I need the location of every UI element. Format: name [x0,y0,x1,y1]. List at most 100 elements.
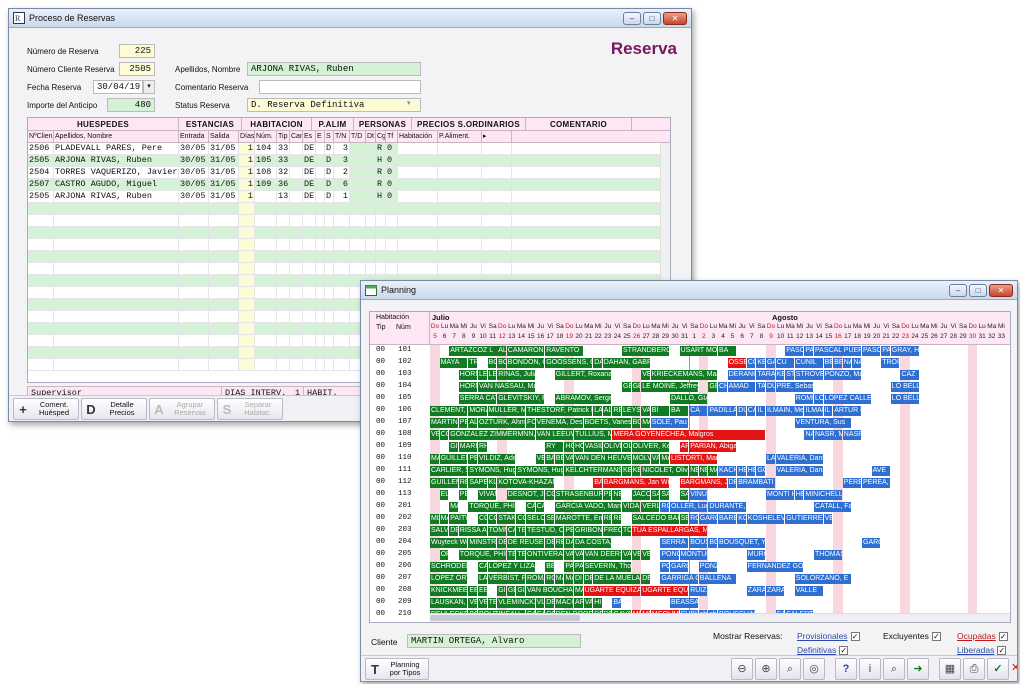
room-row[interactable]: 00208KNICKMEER, SvenjaEEEEGIGEGIVAN BOUC… [370,585,1010,597]
reservation-bar[interactable]: ILMAIN, Mehdi [766,406,804,416]
reservation-bar[interactable]: HC [564,442,573,452]
reservation-bar[interactable]: VILDIZ, Adem [478,454,516,464]
maximize-icon[interactable]: □ [643,11,661,25]
check-icon[interactable]: ✓ [997,646,1007,656]
reservation-bar[interactable]: VAN DEN HEUVEL, Pe [574,454,631,464]
minimize-icon[interactable]: – [949,283,967,297]
reservation-bar[interactable]: LE [487,370,497,380]
reservation-bar[interactable]: IL [756,406,765,416]
room-row[interactable]: 00 206 SCHRODER, Jana CALOPEZ Y LIZARAZU, D… [370,561,1010,573]
reservation-bar[interactable]: BEASSA [670,598,698,608]
reservation-bar[interactable]: MAROTTE, Emilie [554,514,602,524]
room-row[interactable]: 00104HORNVAN NASSAU, MarkGEGELE MOINE, J… [370,381,1010,393]
filter-definitive[interactable]: Definitivas ✓ [797,645,849,656]
reservation-bar[interactable]: VAN DEERSEL [583,550,621,560]
room-row[interactable]: 00 112 GUILLEM NRESAPERKLKOTOVA-KHAZANI, J… [370,477,1010,489]
reservation-bar[interactable]: BI [650,406,669,416]
reservation-bar[interactable]: DA [564,538,573,548]
reservation-bar[interactable]: KACH [718,466,737,476]
reservation-bar[interactable]: OSSE [727,358,746,368]
reservation-bar[interactable]: MULLER, Maik [487,406,525,416]
reservation-number-field[interactable]: 225 [119,44,155,58]
reservation-bar[interactable]: THOMAS C [814,550,842,560]
reservation-bar[interactable]: RE [612,406,621,416]
reservation-bar[interactable]: MAYA [439,358,468,368]
reservation-bar[interactable]: GARCIA VADO, Maria Teresa [554,502,621,512]
reservation-bar[interactable]: NASR, [842,430,861,440]
reservation-bar[interactable]: RISSA ALESS [458,526,487,536]
reservation-bar[interactable]: DA COSTA, Rome [574,538,612,548]
reservation-bar[interactable]: GOOSSENS, Chris Fra [545,358,593,368]
reservation-bar[interactable]: VAN LEEUWE [535,430,573,440]
reservation-bar[interactable]: TR [468,358,477,368]
reservation-bar[interactable]: PE [564,526,573,536]
reservation-bar[interactable]: TE [516,550,525,560]
reservation-bar[interactable]: ROME [794,394,813,404]
reservation-bar[interactable]: VE [468,598,477,608]
reservation-bar[interactable]: RE [602,514,612,524]
reservation-bar[interactable]: LA [593,406,602,416]
reservation-bar[interactable]: MA [641,418,650,428]
print-icon[interactable]: ⎙ [963,658,985,680]
reservation-bar[interactable]: MURO [746,550,765,560]
find-icon[interactable]: ⌕ [883,658,905,680]
reservation-bar[interactable]: OLLER, Lucia [670,502,708,512]
reservation-bar[interactable]: RE [612,514,621,524]
reservation-bar[interactable]: BE [823,358,833,368]
reservation-bar[interactable]: STROVEG [794,370,823,380]
reservation-bar[interactable]: TARA [756,382,765,392]
reservation-bar[interactable]: HORN [458,370,477,380]
reservation-bar[interactable]: CC [478,514,487,524]
reservation-bar[interactable]: RUIZ, [689,586,708,596]
reservation-bar[interactable]: SOLE, Pau [650,418,689,428]
info-icon[interactable]: i [859,658,881,680]
reservation-bar[interactable]: ZARA [746,586,765,596]
reservation-bar[interactable]: GONZALEZ ZIMMERMNN, Ma [449,430,535,440]
room-row[interactable]: 00101ARTAZCOZ LALCAMARONRAVENTOSTRANDBER… [370,345,1010,357]
filter-released[interactable]: Liberadas ✓ [957,645,1007,656]
reservation-bar[interactable]: VASILE, G [583,442,602,452]
reservation-bar[interactable]: TORQUE, PHILIPPE GEORGES [468,502,516,512]
reservation-bar[interactable]: KE [622,466,631,476]
reservation-bar[interactable]: AL [602,406,612,416]
reservation-bar[interactable]: MONTUORI [679,550,708,560]
reservation-bar[interactable]: SOLORZANO, E [794,574,852,584]
reservation-bar[interactable]: VE [430,430,439,440]
reservation-bar[interactable]: DE [545,538,554,548]
reservation-bar[interactable]: BALLENA [698,574,737,584]
reservation-bar[interactable]: NASR, Ma [814,430,842,440]
reservation-bar[interactable]: KE [775,370,785,380]
reservation-bar[interactable]: PONZO, Marta [823,370,861,380]
reservation-bar[interactable]: TE [487,598,497,608]
reservation-bar[interactable]: SCHRODER, Jana [430,562,468,572]
room-row[interactable]: 00 201 MA TORQUE, PHILIPPE GEORGES CACA GARCI… [370,501,1010,513]
reservation-bar[interactable]: AMAD [727,382,756,392]
reservation-bar[interactable]: OLIVE [602,442,621,452]
reservation-bar[interactable]: EL [439,490,449,500]
reservation-bar[interactable]: VENTURA, Sus [794,418,852,428]
reservation-bar[interactable]: CU [775,358,794,368]
reservation-bar[interactable]: GE [506,586,516,596]
reservation-bar[interactable]: DU [737,406,746,416]
table-row[interactable]: 2507 CASTRO AGUDO, Miguel 30/05 31/05 1 109 36… [28,179,670,191]
reservation-bar[interactable]: PA [804,346,813,356]
reservation-bar[interactable]: BO [631,418,641,428]
reservation-bar[interactable]: CA [526,502,535,512]
reservation-bar[interactable]: GRIBONE [574,526,602,536]
reservation-bar[interactable]: LE MOINE, Jeffrey [641,382,698,392]
reservation-bar[interactable]: PA [881,346,890,356]
reservation-bar[interactable]: SE [545,514,554,524]
reservation-bar[interactable]: KL [487,478,497,488]
reservation-bar[interactable]: GE [631,382,641,392]
reservation-bar[interactable]: CA [478,562,487,572]
reservation-bar[interactable]: GUTIERREZ, T [785,514,823,524]
reservation-bar[interactable]: SEVERIN, Thor [583,562,631,572]
reservation-bar[interactable]: MA [449,502,458,512]
reservation-bar[interactable]: PE [468,454,477,464]
room-row[interactable]: 00102MAYATRBCBCBONDON, CineGOOSSENS, Chr… [370,357,1010,369]
reservation-bar[interactable]: GI [449,442,458,452]
reservation-bar[interactable]: BONDON, Cine [506,358,545,368]
reservation-bar[interactable]: PEREA [842,478,861,488]
reservation-bar[interactable]: DESNOT, Jan [506,490,545,500]
reservation-bar[interactable]: VINUE [689,490,708,500]
